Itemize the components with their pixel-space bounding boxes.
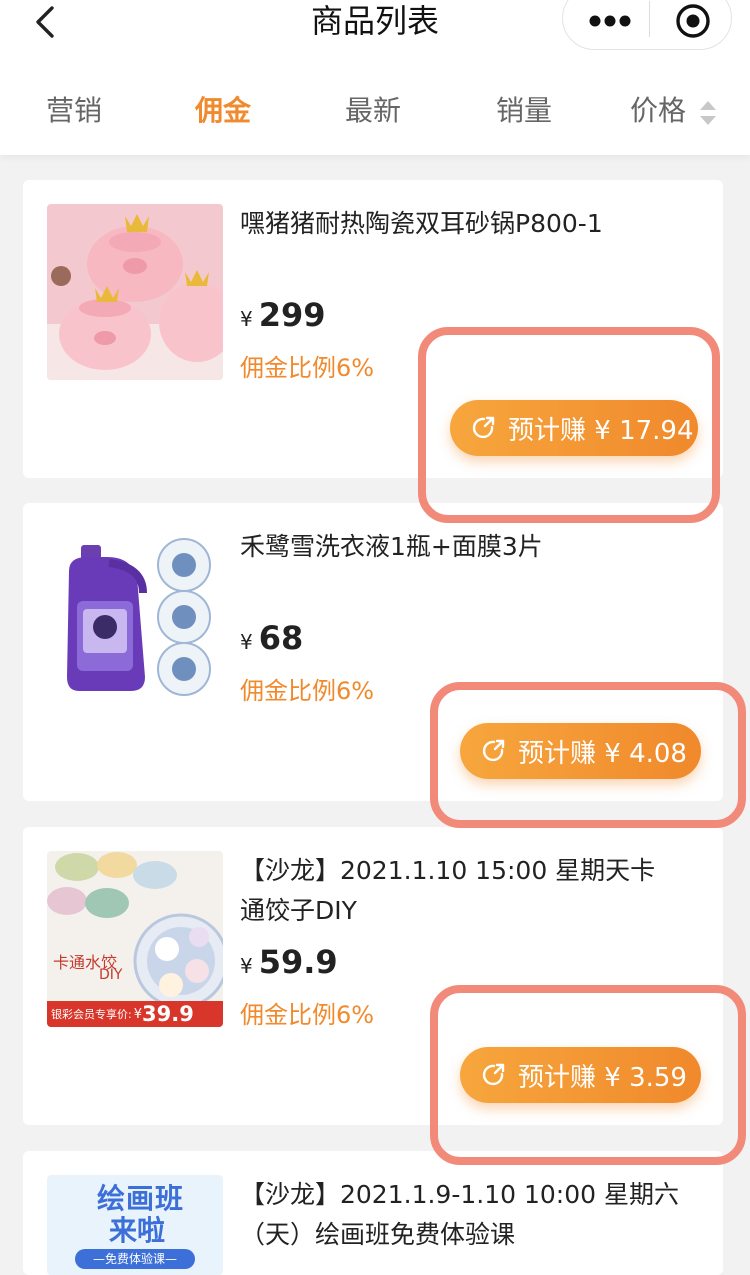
product-price: ¥299: [240, 296, 326, 334]
tab-sales[interactable]: 销量: [496, 91, 552, 131]
tab-price[interactable]: 价格: [630, 91, 686, 131]
more-dots-icon[interactable]: [579, 1, 641, 41]
commission-rate: 佣金比例6%: [240, 354, 375, 382]
mini-program-capsule: [562, 0, 732, 50]
highlight-box: [418, 327, 720, 523]
highlight-box: [430, 682, 746, 828]
commission-rate: 佣金比例6%: [240, 1001, 375, 1029]
product-name[interactable]: 【沙龙】2021.1.10 15:00 星期天卡通饺子DIY: [240, 851, 680, 931]
sort-arrows-icon[interactable]: [698, 99, 718, 127]
product-image[interactable]: 卡通水饺 DIY 银彩会员专享价: ¥ 39.9: [47, 851, 223, 1027]
tab-commission[interactable]: 佣金: [195, 91, 251, 131]
product-price: ¥59.9: [240, 943, 338, 981]
highlight-box: [430, 985, 746, 1165]
product-image[interactable]: [47, 527, 223, 703]
image-caption-2: DIY: [99, 967, 123, 983]
member-price-banner: 银彩会员专享价: ¥ 39.9: [47, 1001, 223, 1027]
target-close-icon[interactable]: [673, 1, 713, 41]
sort-tabs: 营销 佣金 最新 销量 价格: [0, 55, 750, 155]
product-name[interactable]: 【沙龙】2021.1.9-1.10 10:00 星期六（天）绘画班免费体验课: [240, 1175, 680, 1255]
product-price: ¥68: [240, 619, 304, 657]
product-name[interactable]: 禾鹭雪洗衣液1瓶+面膜3片: [240, 527, 680, 567]
nav-bar: 商品列表: [0, 0, 750, 55]
capsule-divider: [649, 1, 650, 37]
product-card[interactable]: 绘画班 来啦 —免费体验课— 【沙龙】2021.1.9-1.10 10:00 星…: [23, 1151, 723, 1275]
product-image[interactable]: 绘画班 来啦 —免费体验课—: [47, 1175, 223, 1275]
commission-rate: 佣金比例6%: [240, 677, 375, 705]
poster-line-2: 来啦: [109, 1214, 166, 1247]
product-name[interactable]: 嘿猪猪耐热陶瓷双耳砂锅P800-1: [240, 204, 680, 244]
tab-marketing[interactable]: 营销: [46, 91, 102, 131]
tab-newest[interactable]: 最新: [345, 91, 401, 131]
poster-line-3: —免费体验课—: [75, 1249, 195, 1269]
product-image[interactable]: [47, 204, 223, 380]
